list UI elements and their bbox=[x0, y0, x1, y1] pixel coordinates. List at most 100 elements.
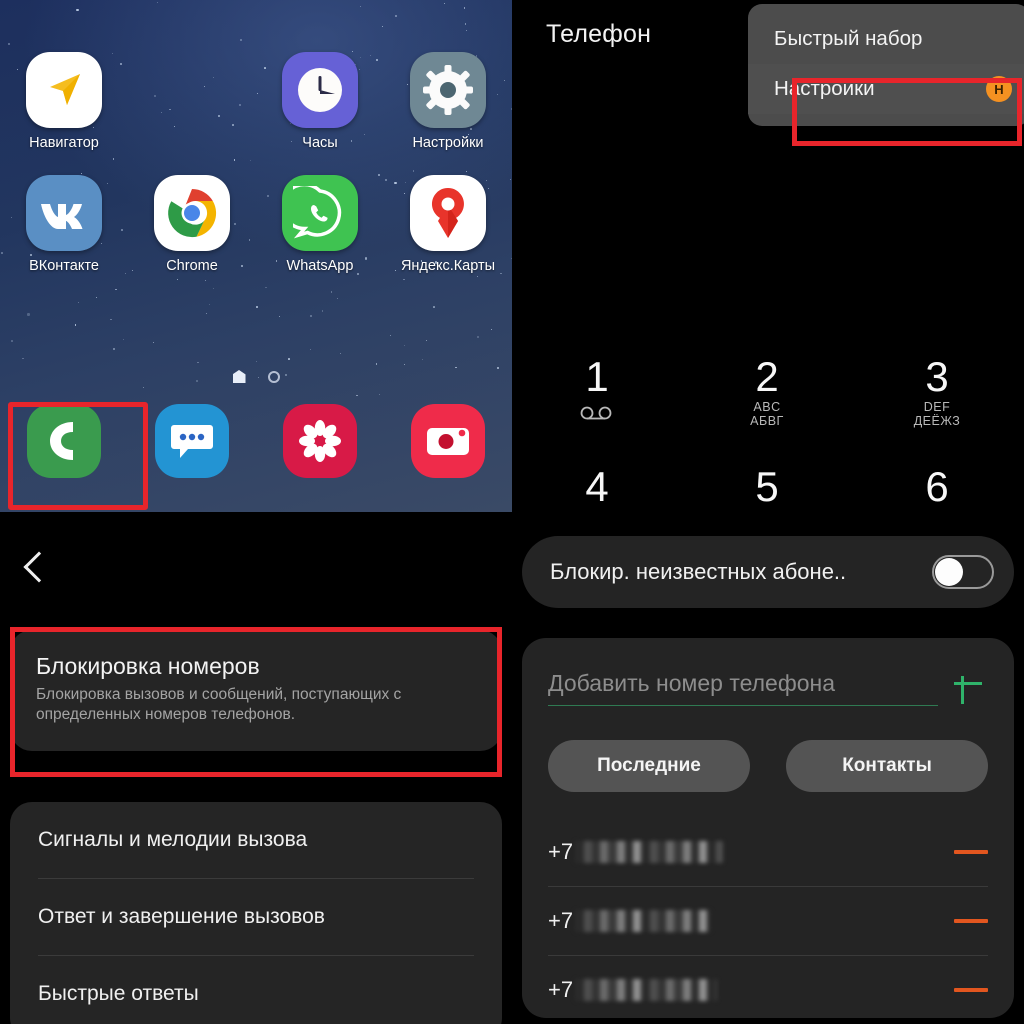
number-prefix: +7 bbox=[548, 977, 574, 1002]
dial-key-number: 4 bbox=[585, 463, 609, 510]
camera-icon[interactable] bbox=[411, 404, 485, 478]
home-screen-panel: Навигатор Часы Настройки ВКонтакте Chrom… bbox=[0, 0, 512, 512]
yandex-maps-icon[interactable] bbox=[410, 175, 486, 251]
blocked-number: +7 bbox=[548, 839, 724, 865]
dial-key-number: 2 bbox=[755, 353, 779, 400]
app-label: Chrome bbox=[166, 258, 218, 274]
source-tabs: Последние Контакты bbox=[548, 740, 988, 792]
list-item-label: Быстрые ответы bbox=[38, 982, 199, 1005]
app-row-2: ВКонтакте Chrome WhatsApp Яндекс.Карты bbox=[0, 175, 512, 274]
menu-item-speed-dial[interactable]: Быстрый набор bbox=[748, 14, 1024, 64]
blocked-number: +7 bbox=[548, 977, 718, 1003]
minus-icon[interactable] bbox=[954, 919, 988, 923]
add-number-row: Добавить номер телефона bbox=[548, 664, 988, 706]
block-unknown-row[interactable]: Блокир. неизвестных абоне.. bbox=[522, 536, 1014, 608]
dock-camera[interactable] bbox=[384, 404, 512, 478]
page-dot-icon[interactable] bbox=[267, 370, 280, 383]
app-chrome[interactable]: Chrome bbox=[128, 175, 256, 274]
masked-number bbox=[575, 841, 724, 863]
dial-key-5[interactable]: 5 JKL bbox=[682, 458, 852, 513]
yandex-navigator-icon[interactable] bbox=[26, 52, 102, 128]
status-badge: Н bbox=[986, 76, 1012, 102]
list-item[interactable]: Сигналы и мелодии вызова bbox=[10, 802, 502, 878]
list-item[interactable]: Быстрые ответы bbox=[10, 956, 502, 1024]
app-vkontakte[interactable]: ВКонтакте bbox=[0, 175, 128, 274]
blocked-number: +7 bbox=[548, 908, 712, 934]
call-settings-panel: Блокировка номеров Блокировка вызовов и … bbox=[0, 512, 512, 1024]
menu-item-settings[interactable]: Настройки Н bbox=[748, 64, 1024, 114]
gallery-icon[interactable] bbox=[283, 404, 357, 478]
messages-icon[interactable] bbox=[155, 404, 229, 478]
tab-label: Контакты bbox=[842, 755, 932, 776]
toggle-knob bbox=[935, 558, 963, 586]
dial-key-letters-latin: DEF bbox=[923, 400, 951, 414]
list-item[interactable]: +7 bbox=[548, 956, 988, 1024]
dial-key-3[interactable]: 3 DEF ДЕЁЖЗ bbox=[852, 348, 1022, 429]
masked-number bbox=[575, 979, 718, 1001]
vk-icon[interactable] bbox=[26, 175, 102, 251]
overflow-menu: Быстрый набор Настройки Н bbox=[748, 4, 1024, 126]
screenshot-root: Навигатор Часы Настройки ВКонтакте Chrom… bbox=[0, 0, 1024, 1024]
chrome-icon[interactable] bbox=[154, 175, 230, 251]
list-item[interactable]: Ответ и завершение вызовов bbox=[10, 879, 502, 955]
phone-icon[interactable] bbox=[27, 404, 101, 478]
list-item-label: Сигналы и мелодии вызова bbox=[38, 828, 308, 851]
app-grid: Навигатор Часы Настройки ВКонтакте Chrom… bbox=[0, 52, 512, 274]
app-row-1: Навигатор Часы Настройки bbox=[0, 52, 512, 151]
gear-icon[interactable] bbox=[410, 52, 486, 128]
whatsapp-icon[interactable] bbox=[282, 175, 358, 251]
add-number-card: Добавить номер телефона Последние Контак… bbox=[522, 638, 1014, 1018]
tab-contacts[interactable]: Контакты bbox=[786, 740, 988, 792]
minus-icon[interactable] bbox=[954, 850, 988, 854]
minus-icon[interactable] bbox=[954, 988, 988, 992]
settings-list-card: Сигналы и мелодии вызова Ответ и заверше… bbox=[10, 802, 502, 1024]
dock-phone[interactable] bbox=[0, 404, 128, 478]
dialer-panel: Телефон Быстрый набор Настройки Н 1 2 AB… bbox=[512, 0, 1024, 512]
empty-slot bbox=[128, 52, 256, 151]
menu-item-label: Настройки bbox=[774, 77, 875, 100]
page-title: Телефон bbox=[546, 20, 652, 48]
dial-key-2[interactable]: 2 ABC АБВГ bbox=[682, 348, 852, 429]
app-clock[interactable]: Часы bbox=[256, 52, 384, 151]
list-item-label: Ответ и завершение вызовов bbox=[38, 905, 325, 928]
block-numbers-panel: Блокир. неизвестных абоне.. Добавить ном… bbox=[512, 512, 1024, 1024]
tab-label: Последние bbox=[597, 755, 701, 776]
block-unknown-toggle[interactable] bbox=[932, 555, 994, 589]
dock bbox=[0, 404, 512, 478]
app-label: Настройки bbox=[412, 135, 484, 151]
dial-key-letters-cyrillic: ДЕЁЖЗ bbox=[913, 414, 961, 428]
dialpad: 1 2 ABC АБВГ 3 DEF ДЕЁЖЗ 4 5 6 bbox=[512, 348, 1024, 512]
list-item[interactable]: +7 bbox=[548, 887, 988, 955]
number-prefix: +7 bbox=[548, 908, 574, 933]
dock-gallery[interactable] bbox=[256, 404, 384, 478]
dock-messages[interactable] bbox=[128, 404, 256, 478]
app-label: Навигатор bbox=[29, 135, 99, 151]
back-arrow-icon[interactable] bbox=[23, 551, 55, 583]
clock-icon[interactable] bbox=[282, 52, 358, 128]
phone-number-input[interactable]: Добавить номер телефона bbox=[548, 670, 938, 706]
voicemail-icon bbox=[579, 406, 615, 427]
home-page-icon[interactable] bbox=[232, 370, 246, 383]
dial-key-4[interactable]: 4 GHI bbox=[512, 458, 682, 513]
block-numbers-card[interactable]: Блокировка номеров Блокировка вызовов и … bbox=[10, 630, 502, 751]
list-item[interactable]: +7 bbox=[548, 818, 988, 886]
app-settings[interactable]: Настройки bbox=[384, 52, 512, 151]
menu-item-label: Быстрый набор bbox=[774, 27, 923, 50]
dial-key-letters-latin: ABC bbox=[753, 400, 781, 414]
dial-key-6[interactable]: 6 MNO bbox=[852, 458, 1022, 513]
app-navigator[interactable]: Навигатор bbox=[0, 52, 128, 151]
plus-icon[interactable] bbox=[948, 664, 988, 704]
app-yandex-maps[interactable]: Яндекс.Карты bbox=[384, 175, 512, 274]
app-whatsapp[interactable]: WhatsApp bbox=[256, 175, 384, 274]
tab-recent[interactable]: Последние bbox=[548, 740, 750, 792]
card-title: Блокировка номеров bbox=[36, 653, 260, 679]
dial-key-number: 6 bbox=[925, 463, 949, 510]
dial-key-number: 5 bbox=[755, 463, 779, 510]
number-prefix: +7 bbox=[548, 839, 574, 864]
dial-key-number: 3 bbox=[925, 353, 949, 400]
app-label: Часы bbox=[302, 135, 338, 151]
dial-key-1[interactable]: 1 bbox=[512, 348, 682, 428]
dial-key-letters-cyrillic: АБВГ bbox=[750, 414, 784, 428]
app-label: WhatsApp bbox=[286, 258, 354, 274]
dialpad-row-2: 4 GHI 5 JKL 6 MNO bbox=[512, 458, 1024, 513]
